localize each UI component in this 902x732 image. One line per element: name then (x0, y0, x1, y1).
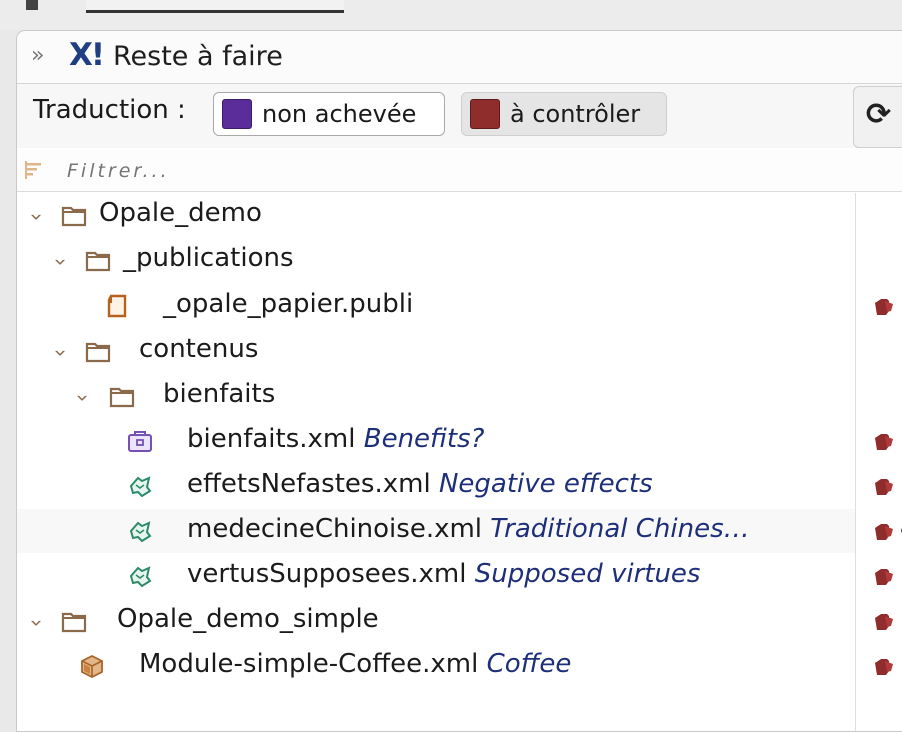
top-tab-fragment (86, 0, 344, 13)
tree-row[interactable]: › bienfaits (17, 374, 855, 418)
tree-item-label: _opale_papier.publi (163, 289, 414, 319)
tree-item-label: contenus (139, 334, 259, 364)
file-name: Module-simple-Coffee.xml (139, 649, 479, 679)
item-title: Negative effects (438, 469, 653, 499)
status-a-controler-icon (875, 569, 893, 585)
chevron-down-icon[interactable]: › (24, 213, 50, 221)
tree-item-label: Opale_demo (99, 198, 262, 228)
filter-icon (25, 161, 41, 179)
item-tree: › Opale_demo › _publications _opale_papi… (17, 193, 855, 731)
tree-item-label: effetsNefastes.xml Negative effects (187, 469, 653, 499)
scenari-logo-icon: X! (69, 37, 105, 73)
chevron-down-icon[interactable]: › (24, 619, 50, 627)
status-a-controler-icon (875, 524, 893, 540)
refresh-icon: ⟳ (866, 97, 892, 132)
translation-toolbar: Traduction : non achevée à contrôler ⟳ (17, 84, 902, 148)
tree-row[interactable]: › Opale_demo_simple (17, 599, 855, 643)
filter-label: non achevée (262, 100, 417, 128)
status-color-swatch (470, 99, 500, 129)
grain-icon (129, 566, 152, 588)
tree-item-label: vertusSupposees.xml Supposed virtues (187, 559, 700, 589)
tree-item-label: medecineChinoise.xml Traditional Chines… (187, 514, 750, 544)
status-a-controler-icon (875, 659, 893, 675)
filter-a-controler-button[interactable]: à contrôler (461, 92, 667, 136)
translation-label: Traduction : (33, 95, 186, 125)
item-title: Benefits? (363, 424, 485, 454)
status-a-controler-icon (875, 614, 893, 630)
grain-icon (129, 521, 152, 543)
item-title: Coffee (486, 649, 572, 679)
module-icon (128, 431, 152, 452)
tree-row[interactable]: _opale_papier.publi (17, 284, 855, 328)
file-name: effetsNefastes.xml (187, 469, 431, 499)
folder-icon (61, 612, 87, 633)
tree-row-selected[interactable]: medecineChinoise.xml Traditional Chines… (17, 509, 855, 553)
top-toolbar-fragment (26, 0, 38, 10)
publication-icon (107, 294, 127, 318)
folder-icon (61, 206, 87, 227)
collapse-panel-icon[interactable]: » (31, 43, 44, 68)
folder-icon (85, 251, 111, 272)
tree-item-label: _publications (123, 243, 294, 273)
cube-module-icon (81, 654, 103, 678)
status-a-controler-icon (875, 434, 893, 450)
status-column-divider (855, 193, 856, 731)
tree-row[interactable]: Module-simple-Coffee.xml Coffee (17, 644, 855, 688)
folder-icon (85, 342, 111, 363)
status-a-controler-icon (875, 299, 893, 315)
tree-item-label: Module-simple-Coffee.xml Coffee (139, 649, 571, 679)
filter-non-achevee-button[interactable]: non achevée (213, 92, 445, 136)
item-title: Supposed virtues (474, 559, 701, 589)
todo-panel: » X! Reste à faire Traduction : non ache… (16, 30, 902, 732)
status-a-controler-icon (875, 479, 893, 495)
file-name: bienfaits.xml (187, 424, 356, 454)
panel-header: » X! Reste à faire (17, 31, 902, 84)
folder-icon (109, 387, 135, 408)
chevron-down-icon[interactable]: › (48, 349, 74, 357)
tree-row[interactable]: bienfaits.xml Benefits? (17, 419, 855, 463)
file-name: vertusSupposees.xml (187, 559, 467, 589)
tree-item-label: Opale_demo_simple (117, 604, 379, 634)
refresh-button[interactable]: ⟳ (853, 86, 902, 148)
window-top-strip (0, 0, 902, 30)
panel-title: Reste à faire (113, 41, 283, 72)
chevron-down-icon[interactable]: › (48, 258, 74, 266)
tree-row[interactable]: › _publications (17, 238, 855, 282)
status-color-swatch (222, 99, 252, 129)
tree-row[interactable]: vertusSupposees.xml Supposed virtues (17, 554, 855, 598)
tree-row[interactable]: › contenus (17, 329, 855, 373)
file-name: medecineChinoise.xml (187, 514, 483, 544)
filter-input[interactable] (65, 155, 769, 187)
tree-item-label: bienfaits (163, 379, 276, 409)
tree-item-label: bienfaits.xml Benefits? (187, 424, 484, 454)
grain-icon (129, 476, 152, 498)
filter-label: à contrôler (510, 100, 641, 128)
tree-row[interactable]: › Opale_demo (17, 193, 855, 237)
chevron-down-icon[interactable]: › (70, 394, 96, 402)
tree-row[interactable]: effetsNefastes.xml Negative effects (17, 464, 855, 508)
filter-bar (17, 149, 902, 192)
item-title: Traditional Chines… (490, 514, 750, 544)
